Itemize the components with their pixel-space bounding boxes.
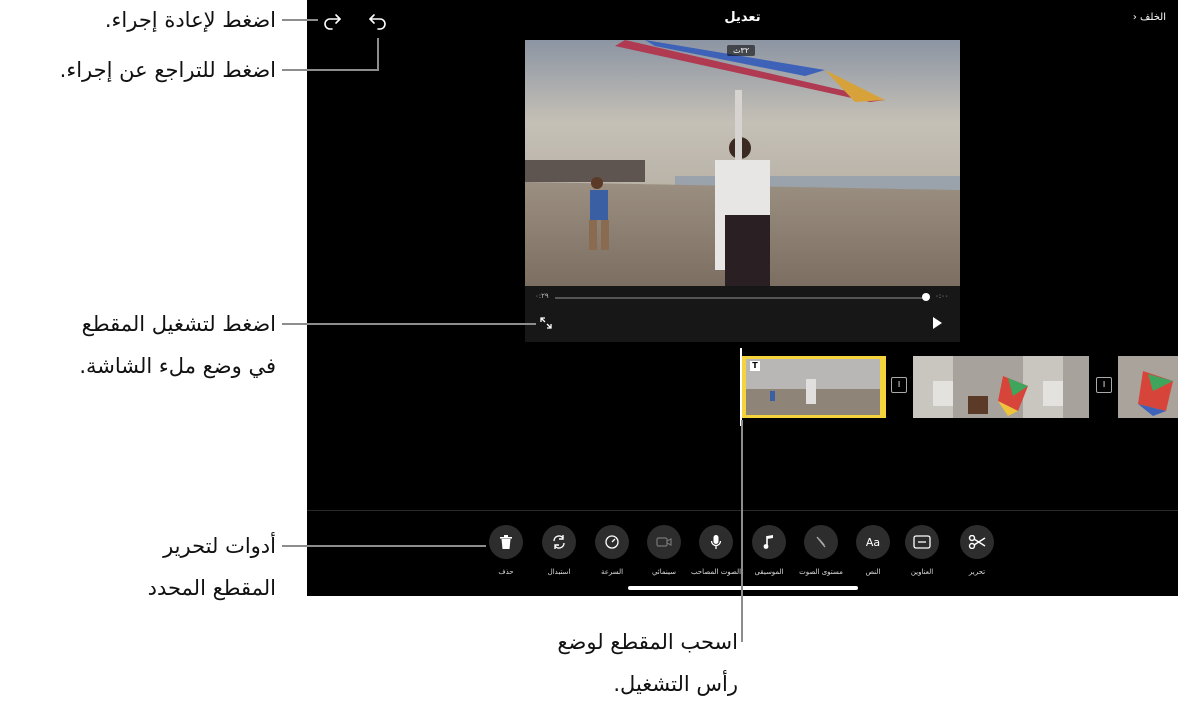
selected-clip-thumbnail xyxy=(746,359,880,415)
back-label: الخلف xyxy=(1140,12,1166,23)
transition-button-2[interactable]: I xyxy=(1096,377,1112,393)
tool-label: تحرير xyxy=(968,568,986,576)
callout-drag-line2: رأس التشغيل. xyxy=(613,672,738,696)
callout-line-redo xyxy=(282,19,318,21)
clip-2[interactable] xyxy=(913,356,1089,418)
music-note-icon xyxy=(752,525,786,559)
text-icon: Aa xyxy=(856,525,890,559)
tool-label: سينمائي xyxy=(651,568,677,576)
fullscreen-icon[interactable] xyxy=(539,316,553,330)
playhead xyxy=(740,348,742,426)
tool-label: الصوت المصاحب xyxy=(690,568,742,576)
callout-fullscreen-line1: اضغط لتشغيل المقطع xyxy=(81,312,276,336)
clip-3-thumbnail xyxy=(1118,356,1178,418)
callout-fullscreen-line2: في وضع ملء الشاشة. xyxy=(79,354,276,378)
callout-line-tools xyxy=(282,545,486,547)
tool-delete[interactable]: حذف xyxy=(478,525,534,576)
title-badge: T xyxy=(750,361,760,371)
tool-music[interactable]: الموسيقى xyxy=(741,525,797,576)
video-frame-image xyxy=(525,40,960,286)
tool-volume[interactable]: مستوى الصوت xyxy=(793,525,849,576)
replace-icon xyxy=(542,525,576,559)
tool-titles[interactable]: العناوين xyxy=(894,525,950,576)
callout-tools-line1: أدوات لتحرير xyxy=(163,534,276,558)
clip-3[interactable] xyxy=(1118,356,1178,418)
tool-label: السرعة xyxy=(600,568,624,576)
play-icon[interactable] xyxy=(931,316,943,330)
volume-muted-icon xyxy=(804,525,838,559)
tool-label: استبدال xyxy=(547,568,571,576)
tool-replace[interactable]: استبدال xyxy=(531,525,587,576)
tool-label: مستوى الصوت xyxy=(799,568,843,576)
tool-label: العناوين xyxy=(910,568,934,576)
callout-line-undo xyxy=(282,69,379,71)
speed-gauge-icon xyxy=(595,525,629,559)
callout-redo: اضغط لإعادة إجراء. xyxy=(104,8,276,32)
redo-icon[interactable] xyxy=(321,10,343,32)
tool-voiceover[interactable]: الصوت المصاحب xyxy=(688,525,744,576)
clip-duration-label: ٣٢ث xyxy=(727,45,756,56)
clip-2-thumbnail xyxy=(913,356,1089,418)
chevron-left-icon: ‹ xyxy=(1132,12,1137,23)
tool-speed[interactable]: السرعة xyxy=(584,525,640,576)
timeline[interactable]: T I I xyxy=(307,352,1178,422)
scrub-handle[interactable] xyxy=(922,293,930,301)
callout-line-fullscreen xyxy=(282,323,536,325)
cinematic-camera-icon xyxy=(647,525,681,559)
callout-tools-line2: المقطع المحدد xyxy=(147,576,276,600)
callout-drag-line1: اسحب المقطع لوضع xyxy=(557,630,738,654)
player-controls: ٠:٢٩ ٠:٠٠ xyxy=(525,286,960,342)
trash-icon xyxy=(489,525,523,559)
transition-button[interactable]: I xyxy=(891,377,907,393)
selected-clip[interactable]: T xyxy=(740,356,886,418)
scissors-icon xyxy=(960,525,994,559)
titles-icon xyxy=(905,525,939,559)
tool-edit[interactable]: تحرير xyxy=(949,525,1005,576)
tool-label: النص xyxy=(865,568,881,576)
page-title: تعديل xyxy=(724,10,761,25)
home-indicator xyxy=(628,586,858,590)
video-viewer[interactable]: ٣٢ث ٠:٢٩ ٠:٠٠ xyxy=(525,40,960,342)
scrub-bar[interactable] xyxy=(555,297,923,299)
tool-label: الموسيقى xyxy=(754,568,784,576)
callout-undo: اضغط للتراجع عن إجراء. xyxy=(59,58,276,82)
callout-line-undo-vertical xyxy=(377,38,379,71)
tool-label: حذف xyxy=(498,568,514,576)
remaining-time: ٠:٠٠ xyxy=(935,292,949,300)
callout-line-playhead xyxy=(741,420,743,642)
undo-icon[interactable] xyxy=(367,10,389,32)
microphone-icon xyxy=(699,525,733,559)
elapsed-time: ٠:٢٩ xyxy=(535,292,549,300)
tool-cinematic[interactable]: سينمائي xyxy=(636,525,692,576)
back-button[interactable]: الخلف ‹ xyxy=(1133,12,1166,23)
tool-text[interactable]: Aa النص xyxy=(845,525,901,576)
